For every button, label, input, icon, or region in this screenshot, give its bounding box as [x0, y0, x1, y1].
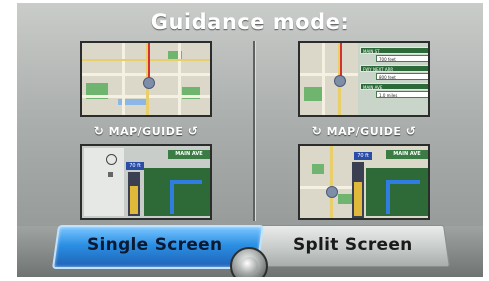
split-screen-map-thumbnail: MAIN ST 700 feet FWY NEXT ARR 800 feet M…	[298, 41, 430, 117]
guide-street-name: MAIN AVE	[386, 150, 428, 159]
guide-distance: 70 ft	[354, 152, 372, 160]
guide-distance: 70 ft	[126, 162, 144, 170]
single-screen-guide-thumbnail: MAIN AVE 70 ft	[80, 144, 212, 220]
guide-intersection-view	[366, 168, 428, 216]
split-screen-guide-thumbnail: MAIN AVE 70 ft	[298, 144, 430, 220]
turn-list-distance: 700 feet	[376, 55, 428, 62]
split-screen-button-label[interactable]: Split Screen	[293, 235, 413, 255]
single-screen-button-label[interactable]: Single Screen	[87, 235, 222, 255]
rotate-left-icon: ↻	[311, 124, 323, 138]
guide-intersection-view	[144, 168, 210, 216]
turn-list-item: MAIN AVE	[360, 83, 428, 90]
rotate-right-icon: ↺	[187, 124, 199, 138]
turn-list-item: MAIN ST	[360, 47, 428, 54]
single-map-guide-label: ↻ MAP/GUIDE ↺	[93, 124, 199, 138]
guide-info-panel	[84, 148, 124, 216]
turn-list-distance: 800 feet	[376, 73, 428, 80]
split-map-guide-label: ↻ MAP/GUIDE ↺	[311, 124, 417, 138]
page-title: Guidance mode:	[150, 10, 350, 34]
turn-list-item: FWY NEXT ARR	[360, 65, 428, 72]
rotate-left-icon: ↻	[93, 124, 105, 138]
turn-list-distance: 1.0 miles	[376, 91, 428, 98]
compass-icon	[106, 154, 117, 165]
interface-dial-knob[interactable]	[230, 247, 268, 277]
fuel-icon	[108, 172, 113, 177]
guide-street-name: MAIN AVE	[168, 150, 210, 159]
single-screen-map-thumbnail	[80, 41, 212, 117]
distance-bar-fill	[354, 182, 362, 216]
dial-center	[240, 257, 258, 275]
rotate-right-icon: ↺	[405, 124, 417, 138]
distance-bar-fill	[130, 186, 138, 214]
center-divider	[253, 41, 256, 221]
guidance-mode-screen: Guidance mode: MAIN ST 700 feet FWY NEXT…	[17, 3, 483, 277]
